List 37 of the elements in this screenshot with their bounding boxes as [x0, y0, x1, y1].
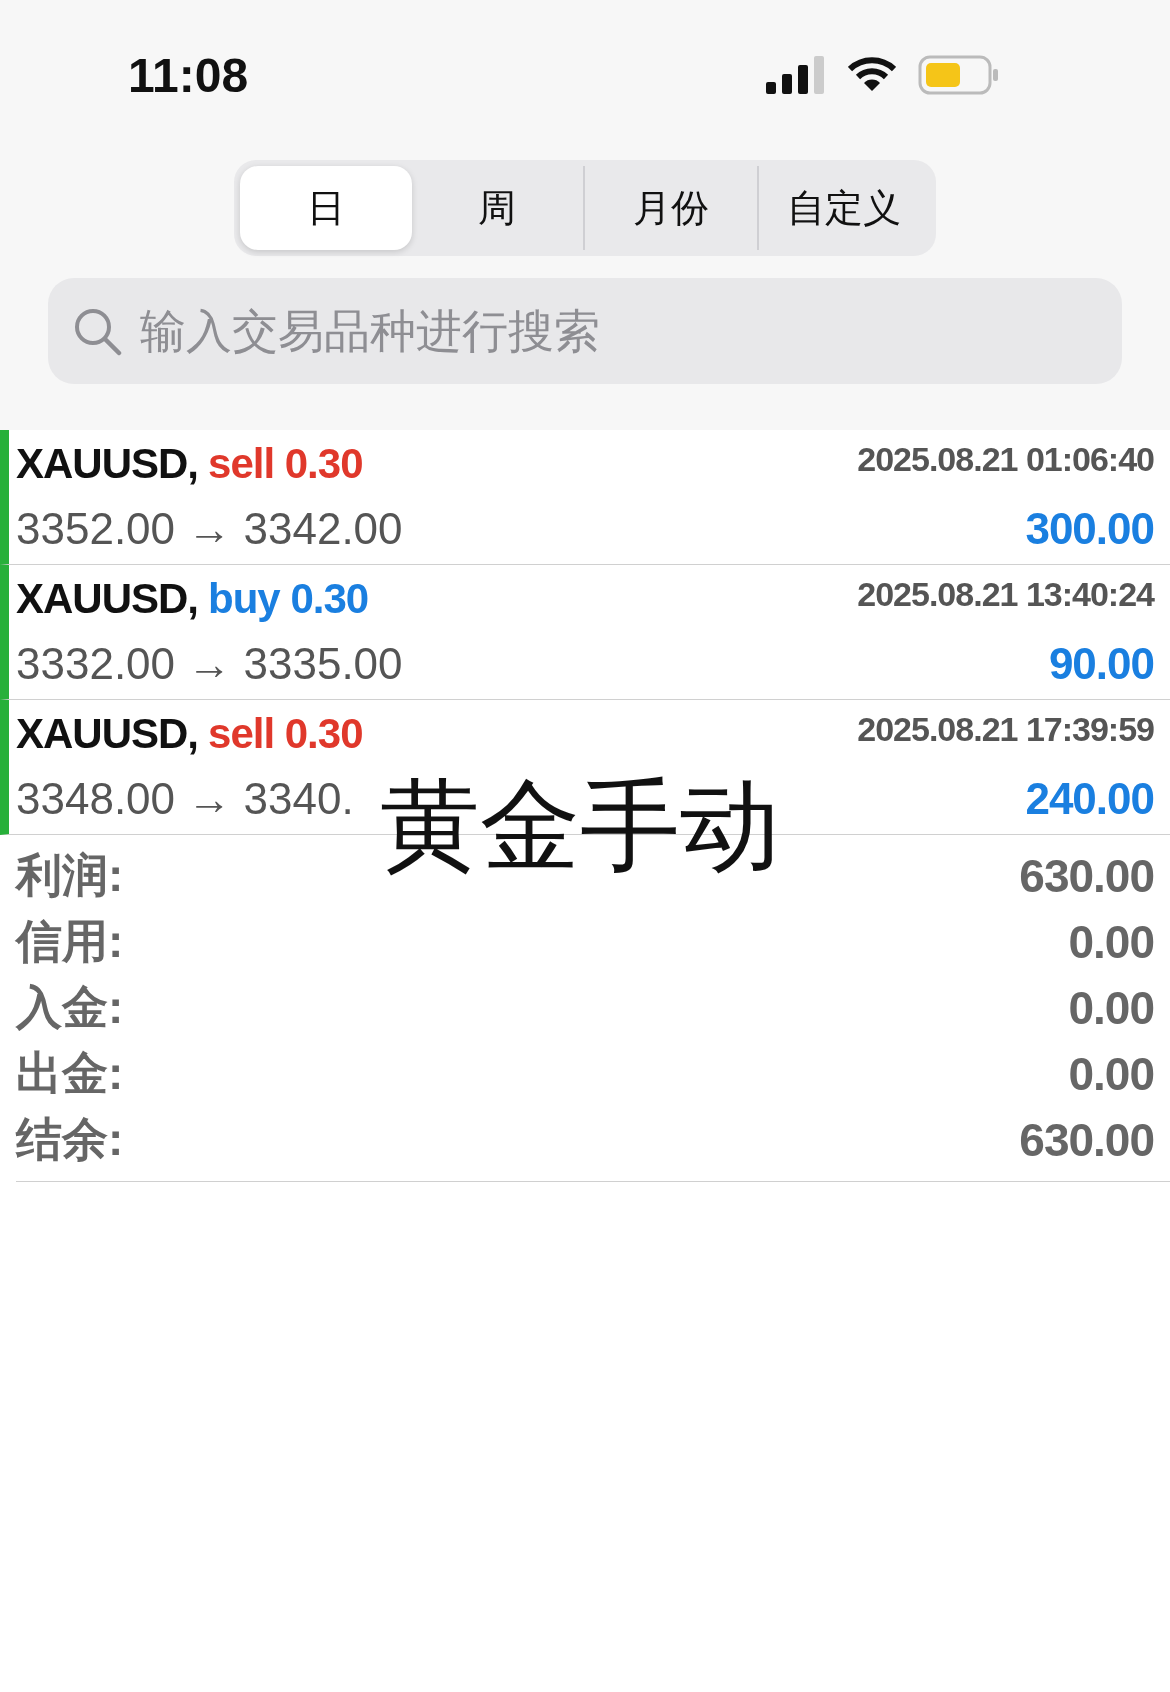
trade-time: 2025.08.21 01:06:40: [857, 440, 1154, 479]
trade-action: buy 0.30: [208, 575, 369, 623]
summary-value: 0.00: [1068, 915, 1154, 969]
summary-label: 出金:: [16, 1046, 124, 1101]
trade-profit: 300.00: [1025, 504, 1154, 554]
trade-profit: 240.00: [1025, 774, 1154, 824]
trade-prices: 3332.00 → 3335.00: [16, 639, 403, 689]
trade-row[interactable]: XAUUSD, sell 0.30 3352.00 → 3342.00 2025.08.21 01:06:40 300.00: [0, 430, 1170, 565]
summary-value: 630.00: [1019, 1113, 1154, 1167]
period-tab[interactable]: 自定义: [756, 166, 930, 250]
search-field[interactable]: 输入交易品种进行搜索: [48, 278, 1122, 384]
period-tab[interactable]: 日: [240, 166, 412, 250]
signal-icon: [766, 56, 826, 94]
summary-label: 入金:: [16, 980, 124, 1035]
trade-prices: 3352.00 → 3342.00: [16, 504, 403, 554]
period-tab[interactable]: 周: [411, 166, 583, 250]
summary-label: 利润:: [16, 848, 124, 903]
trade-action: sell 0.30: [208, 440, 363, 488]
search-icon: [72, 306, 122, 356]
summary-value: 0.00: [1068, 981, 1154, 1035]
trade-prices: 3348.00 → 3340.: [16, 774, 354, 824]
trade-profit: 90.00: [1048, 639, 1154, 689]
trade-symbol: XAUUSD,: [16, 440, 199, 488]
battery-icon: [918, 55, 1000, 95]
summary-value: 630.00: [1019, 849, 1154, 903]
period-tab[interactable]: 月份: [583, 166, 757, 250]
summary-label: 结余:: [16, 1112, 124, 1167]
trade-time: 2025.08.21 13:40:24: [857, 575, 1154, 614]
trade-symbol: XAUUSD,: [16, 575, 199, 623]
trade-action: sell 0.30: [208, 710, 363, 758]
trade-row[interactable]: XAUUSD, buy 0.30 3332.00 → 3335.00 2025.08.21 13:40:24 90.00: [0, 565, 1170, 700]
status-time: 11:08: [128, 47, 249, 103]
wifi-icon: [848, 57, 896, 93]
trade-time: 2025.08.21 17:39:59: [857, 710, 1154, 749]
summary-value: 0.00: [1068, 1047, 1154, 1101]
trade-symbol: XAUUSD,: [16, 710, 199, 758]
summary-label: 信用:: [16, 914, 124, 969]
